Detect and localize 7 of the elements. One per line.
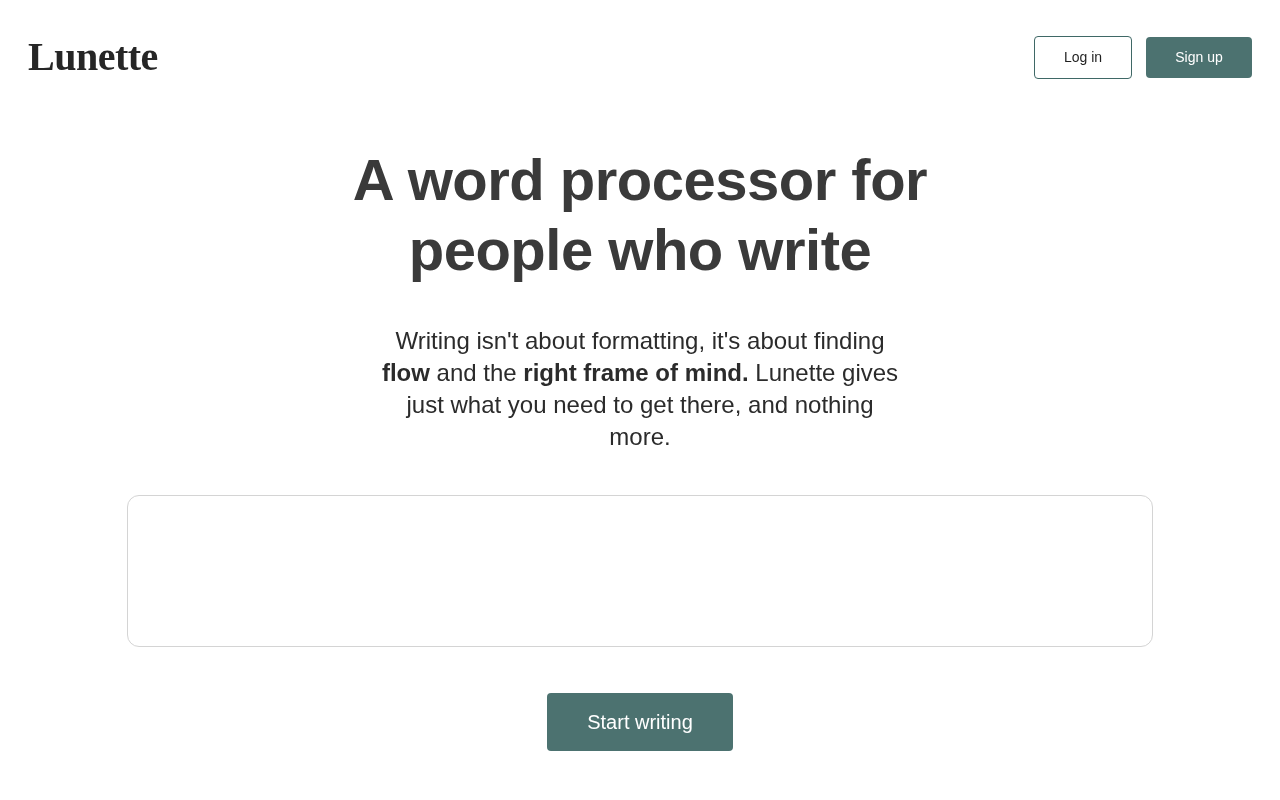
- start-writing-button[interactable]: Start writing: [547, 693, 733, 751]
- logo[interactable]: Lunette: [28, 36, 158, 77]
- signup-button[interactable]: Sign up: [1146, 37, 1252, 78]
- login-button[interactable]: Log in: [1034, 36, 1132, 79]
- hero-heading: A word processor for people who write: [351, 146, 929, 284]
- text-area[interactable]: [127, 495, 1153, 647]
- hero-description: Writing isn't about formatting, it's about finding flow and the right frame of mind. Lunette gives just what you need to get there, and nothing more.: [380, 326, 900, 452]
